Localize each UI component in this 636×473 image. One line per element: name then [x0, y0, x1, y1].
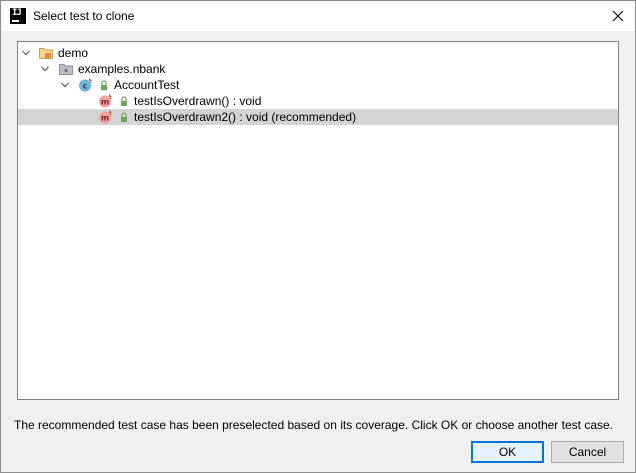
- test-tree[interactable]: demo examples.nbank c AccountTest m test…: [17, 41, 619, 400]
- tree-node-demo[interactable]: demo: [18, 45, 618, 61]
- close-button[interactable]: [601, 1, 635, 31]
- tree-node-method-selected[interactable]: m testIsOverdrawn2() : void (recommended…: [18, 109, 618, 125]
- tree-node-method[interactable]: m testIsOverdrawn() : void: [18, 93, 618, 109]
- tree-node-package[interactable]: examples.nbank: [18, 61, 618, 77]
- status-message: The recommended test case has been prese…: [14, 418, 613, 432]
- test-class-icon: c: [78, 77, 94, 93]
- package-icon: [58, 61, 74, 77]
- tree-node-label: testIsOverdrawn() : void: [134, 94, 262, 108]
- cancel-button[interactable]: Cancel: [551, 441, 624, 463]
- chevron-down-icon[interactable]: [60, 80, 70, 90]
- select-test-dialog: IJ Select test to clone demo examples.nb…: [0, 0, 636, 473]
- close-icon: [612, 10, 624, 22]
- module-folder-icon: [38, 45, 54, 61]
- ok-button[interactable]: OK: [471, 441, 544, 463]
- tree-node-label: testIsOverdrawn2() : void (recommended): [134, 110, 357, 124]
- tree-node-label: AccountTest: [114, 78, 180, 92]
- intellij-app-icon: IJ: [10, 8, 26, 24]
- test-method-icon: m: [98, 93, 114, 109]
- dialog-title: Select test to clone: [33, 9, 135, 23]
- chevron-down-icon[interactable]: [40, 64, 50, 74]
- tree-node-class[interactable]: c AccountTest: [18, 77, 618, 93]
- tree-node-label: examples.nbank: [78, 62, 166, 76]
- svg-text:c: c: [83, 82, 88, 91]
- tree-node-label: demo: [58, 46, 89, 60]
- test-method-icon: m: [98, 109, 114, 125]
- chevron-down-icon[interactable]: [21, 48, 31, 58]
- svg-text:m: m: [101, 98, 109, 107]
- lock-icon: [116, 93, 132, 109]
- lock-icon: [116, 109, 132, 125]
- lock-icon: [96, 77, 112, 93]
- title-bar: IJ Select test to clone: [1, 1, 635, 31]
- svg-text:m: m: [101, 114, 109, 123]
